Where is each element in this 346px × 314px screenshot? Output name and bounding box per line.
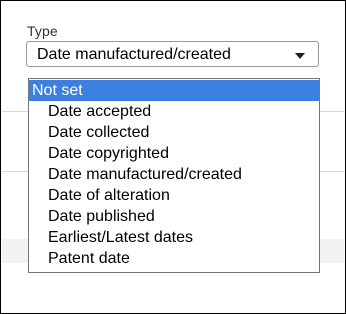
type-select-value: Date manufactured/created	[37, 46, 231, 63]
option-patent-date[interactable]: Patent date	[29, 248, 319, 269]
option-date-of-alteration[interactable]: Date of alteration	[29, 185, 319, 206]
option-date-published[interactable]: Date published	[29, 206, 319, 227]
option-date-collected[interactable]: Date collected	[29, 122, 319, 143]
option-date-manufactured-created[interactable]: Date manufactured/created	[29, 164, 319, 185]
chevron-down-icon	[295, 53, 305, 59]
type-options-list[interactable]: Not set Date accepted Date collected Dat…	[28, 78, 320, 273]
option-date-copyrighted[interactable]: Date copyrighted	[29, 143, 319, 164]
option-date-accepted[interactable]: Date accepted	[29, 101, 319, 122]
type-select[interactable]: Date manufactured/created	[26, 41, 319, 67]
type-label: Type	[27, 23, 58, 39]
type-field-panel: Type Date manufactured/created Not set D…	[0, 0, 346, 314]
option-not-set[interactable]: Not set	[29, 80, 319, 101]
option-earliest-latest-dates[interactable]: Earliest/Latest dates	[29, 227, 319, 248]
